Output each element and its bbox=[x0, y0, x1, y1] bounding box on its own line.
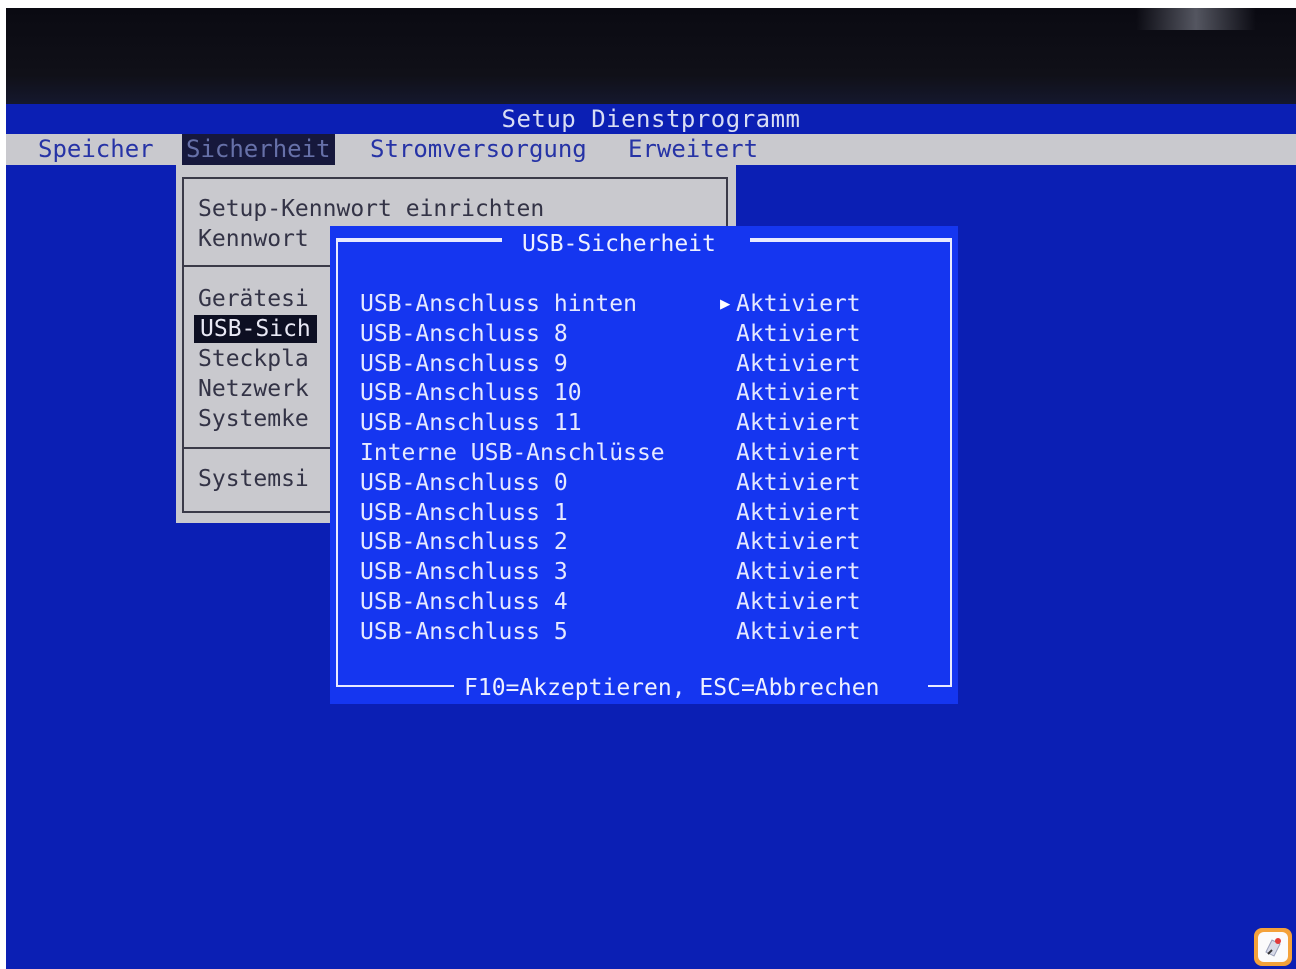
port-label: USB-Anschluss 5 bbox=[360, 618, 568, 645]
menu-erweitert[interactable]: Erweitert bbox=[624, 134, 762, 165]
port-value[interactable]: Aktiviert bbox=[736, 499, 861, 529]
usb-security-dialog: USB-Sicherheit USB-Anschluss hinten ▶ Ak… bbox=[330, 226, 958, 704]
usb-port-list: USB-Anschluss hinten ▶ Aktiviert USB-Ans… bbox=[360, 290, 940, 648]
port-label: USB-Anschluss 0 bbox=[360, 469, 568, 496]
submenu-item-usb-security[interactable]: USB-Sich bbox=[194, 315, 317, 343]
usb-port-row[interactable]: USB-Anschluss 2 Aktiviert bbox=[360, 528, 940, 558]
usb-port-row[interactable]: USB-Anschluss 10 Aktiviert bbox=[360, 379, 940, 409]
usb-port-row[interactable]: USB-Anschluss hinten ▶ Aktiviert bbox=[360, 290, 940, 320]
port-value[interactable]: Aktiviert bbox=[736, 618, 861, 648]
menu-sicherheit[interactable]: Sicherheit bbox=[182, 134, 335, 165]
port-label: USB-Anschluss 11 bbox=[360, 410, 582, 437]
submenu-item-system-security[interactable]: Systemsi bbox=[198, 465, 309, 493]
menu-speicher[interactable]: Speicher bbox=[34, 134, 158, 165]
port-label: USB-Anschluss 10 bbox=[360, 380, 582, 407]
app-badge-icon bbox=[1254, 928, 1292, 966]
window-title: Setup Dienstprogramm bbox=[6, 104, 1296, 134]
usb-port-row[interactable]: USB-Anschluss 4 Aktiviert bbox=[360, 588, 940, 618]
port-label: USB-Anschluss hinten bbox=[360, 291, 637, 317]
bezel-reflection bbox=[1136, 8, 1256, 30]
port-value[interactable]: Aktiviert bbox=[736, 290, 861, 320]
dialog-frame-left bbox=[336, 238, 338, 686]
submenu-item-password[interactable]: Kennwort bbox=[198, 225, 309, 253]
port-label: USB-Anschluss 1 bbox=[360, 499, 568, 526]
dialog-frame-bottom-right bbox=[928, 685, 952, 687]
usb-port-row[interactable]: USB-Anschluss 8 Aktiviert bbox=[360, 320, 940, 350]
monitor-bezel bbox=[6, 8, 1296, 104]
badge-inner bbox=[1258, 932, 1288, 962]
port-value[interactable]: Aktiviert bbox=[736, 320, 861, 350]
submenu-item-setup-password[interactable]: Setup-Kennwort einrichten bbox=[198, 195, 544, 223]
menu-stromversorgung[interactable]: Stromversorgung bbox=[366, 134, 591, 165]
port-value[interactable]: Aktiviert bbox=[736, 558, 861, 588]
usb-port-row[interactable]: USB-Anschluss 9 Aktiviert bbox=[360, 350, 940, 380]
dialog-frame-bottom-left bbox=[336, 685, 454, 687]
port-label: USB-Anschluss 2 bbox=[360, 529, 568, 556]
port-label: USB-Anschluss 8 bbox=[360, 320, 568, 347]
dialog-frame-top-right bbox=[750, 238, 952, 242]
bios-screen: Setup Dienstprogramm Speicher Sicherheit… bbox=[6, 8, 1296, 969]
usb-port-row[interactable]: USB-Anschluss 1 Aktiviert bbox=[360, 499, 940, 529]
selection-cursor-icon: ▶ bbox=[720, 294, 731, 314]
port-value[interactable]: Aktiviert bbox=[736, 588, 861, 618]
port-value[interactable]: Aktiviert bbox=[736, 409, 861, 439]
submenu-item-slot-security[interactable]: Steckpla bbox=[198, 345, 309, 373]
dialog-frame-right bbox=[950, 238, 952, 686]
port-value[interactable]: Aktiviert bbox=[736, 439, 861, 469]
menu-bar: Speicher Sicherheit Stromversorgung Erwe… bbox=[6, 134, 1296, 165]
dialog-footer-hint: F10=Akzeptieren, ESC=Abbrechen bbox=[464, 675, 880, 701]
usb-port-row[interactable]: USB-Anschluss 0 Aktiviert bbox=[360, 469, 940, 499]
port-label: USB-Anschluss 9 bbox=[360, 350, 568, 377]
port-label: USB-Anschluss 4 bbox=[360, 588, 568, 615]
port-label: USB-Anschluss 3 bbox=[360, 559, 568, 586]
usb-port-row[interactable]: USB-Anschluss 5 Aktiviert bbox=[360, 618, 940, 648]
port-value[interactable]: Aktiviert bbox=[736, 528, 861, 558]
port-value[interactable]: Aktiviert bbox=[736, 350, 861, 380]
port-label: Interne USB-Anschlüsse bbox=[360, 439, 665, 466]
submenu-item-system-id[interactable]: Systemke bbox=[198, 405, 309, 433]
submenu-item-network[interactable]: Netzwerk bbox=[198, 375, 309, 403]
port-value[interactable]: Aktiviert bbox=[736, 469, 861, 499]
dialog-frame-top-left bbox=[336, 238, 502, 242]
usb-port-row[interactable]: Interne USB-Anschlüsse Aktiviert bbox=[360, 439, 940, 469]
usb-port-row[interactable]: USB-Anschluss 11 Aktiviert bbox=[360, 409, 940, 439]
dialog-title: USB-Sicherheit bbox=[522, 231, 716, 257]
submenu-item-device-security[interactable]: Gerätesi bbox=[198, 285, 309, 313]
port-value[interactable]: Aktiviert bbox=[736, 379, 861, 409]
badge-glyph-icon bbox=[1265, 938, 1281, 957]
usb-port-row[interactable]: USB-Anschluss 3 Aktiviert bbox=[360, 558, 940, 588]
